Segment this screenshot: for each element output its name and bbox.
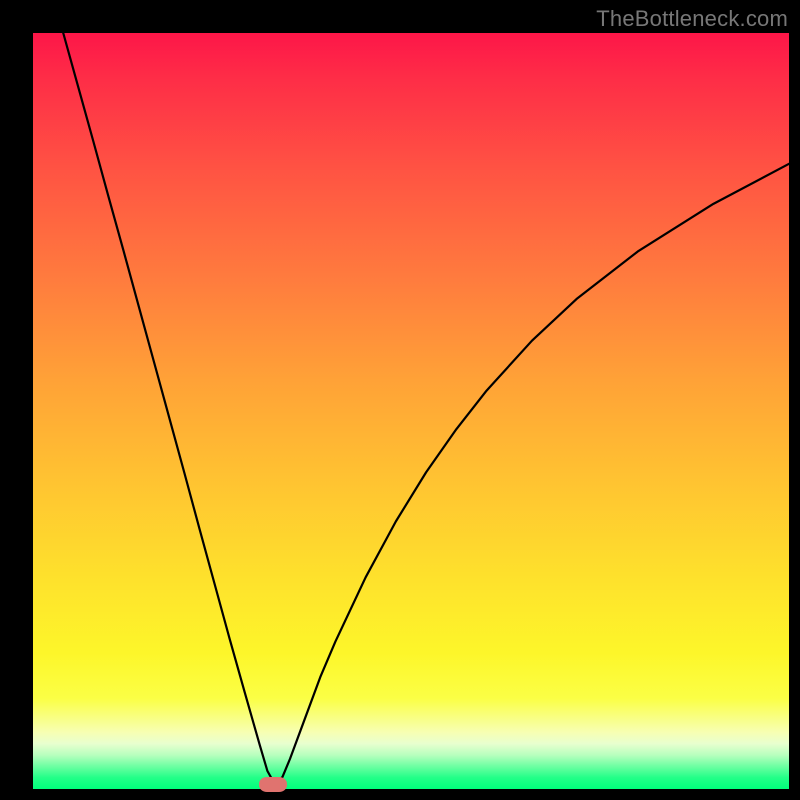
plot-area: [33, 33, 789, 789]
bottleneck-curve: [33, 33, 789, 789]
min-marker: [259, 777, 287, 792]
chart-frame: TheBottleneck.com: [0, 0, 800, 800]
watermark-text: TheBottleneck.com: [596, 6, 788, 32]
